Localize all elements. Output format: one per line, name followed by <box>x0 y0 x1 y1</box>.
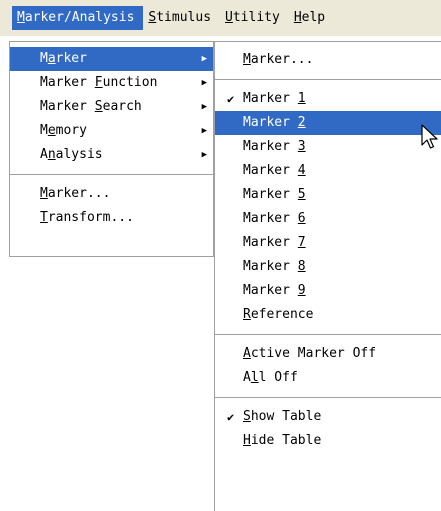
marker-submenu: Marker... ✔ Marker 1 Marker 2 Marker 3 Ma… <box>214 41 441 511</box>
submenu-item-marker-3[interactable]: Marker 3 <box>215 135 441 159</box>
menu-accelerator: n <box>47 147 56 162</box>
menu-item-marker-function[interactable]: Marker Function ▶ <box>10 71 213 95</box>
menu-item-label: Marker <box>243 115 298 130</box>
menu-accelerator: S <box>94 99 103 114</box>
menu-accelerator: 1 <box>297 91 306 106</box>
menu-item-label: Marker <box>243 163 298 178</box>
menu-item-label: Marker <box>40 99 95 114</box>
submenu-item-marker-1[interactable]: ✔ Marker 1 <box>215 87 441 111</box>
menu-accelerator: U <box>225 10 233 25</box>
menu-item-label: A <box>243 370 251 385</box>
menu-item-label: ransform... <box>47 210 134 225</box>
menu-accelerator: H <box>243 433 251 448</box>
menu-accelerator: a <box>47 51 56 66</box>
menu-item-marker-search[interactable]: Marker Search ▶ <box>10 95 213 119</box>
submenu-arrow-icon: ▶ <box>201 54 207 64</box>
menu-accelerator: S <box>243 409 251 424</box>
menu-accelerator: T <box>40 210 48 225</box>
check-icon: ✔ <box>227 410 235 424</box>
menu-item-label: l Off <box>258 370 298 385</box>
menu-item-memory[interactable]: Memory ▶ <box>10 119 213 143</box>
mouse-pointer-icon <box>421 124 438 149</box>
menu-item-label: M <box>40 51 48 66</box>
menu-item-label: eference <box>250 307 314 322</box>
menu-item-label: earch <box>102 99 142 114</box>
submenu-item-reference[interactable]: Reference <box>215 303 441 327</box>
menu-item-label: arker... <box>47 186 111 201</box>
menu-separator <box>10 174 213 175</box>
menu-item-label: M <box>40 123 48 138</box>
menu-accelerator: M <box>17 10 25 25</box>
submenu-arrow-icon: ▶ <box>201 78 207 88</box>
menu-label-post: arker/Analysis <box>24 10 135 25</box>
submenu-item-show-table[interactable]: ✔ Show Table <box>215 405 441 429</box>
menu-accelerator: 9 <box>297 283 306 298</box>
menu-item-label: ctive Marker Off <box>250 346 377 361</box>
menu-accelerator: A <box>243 346 251 361</box>
menu-help[interactable]: Help <box>289 6 334 30</box>
menu-accelerator: M <box>243 52 251 67</box>
menu-accelerator: H <box>293 10 302 25</box>
submenu-item-marker-9[interactable]: Marker 9 <box>215 279 441 303</box>
check-icon: ✔ <box>227 92 235 106</box>
menu-item-label: alysis <box>55 147 103 162</box>
menu-item-label: Marker <box>243 187 298 202</box>
menu-separator <box>215 397 441 398</box>
submenu-item-marker-7[interactable]: Marker 7 <box>215 231 441 255</box>
menu-stimulus[interactable]: Stimulus <box>143 6 220 30</box>
menu-item-label: Marker <box>243 283 298 298</box>
menu-item-label: Marker <box>243 91 298 106</box>
menu-label-post: elp <box>301 10 326 25</box>
menu-separator <box>215 334 441 335</box>
submenu-item-active-marker-off[interactable]: Active Marker Off <box>215 342 441 366</box>
menu-item-label: Marker <box>243 211 298 226</box>
menu-item-label: Marker <box>40 75 95 90</box>
submenu-item-hide-table[interactable]: Hide Table <box>215 429 441 453</box>
menu-item-label: unction <box>102 75 158 90</box>
submenu-arrow-icon: ▶ <box>201 102 207 112</box>
menu-item-label: rker <box>55 51 87 66</box>
menu-item-transform[interactable]: Transform... <box>10 206 213 230</box>
submenu-arrow-icon: ▶ <box>201 126 207 136</box>
menu-separator <box>215 79 441 80</box>
submenu-item-marker-dialog[interactable]: Marker... <box>215 48 441 72</box>
menu-accelerator: 6 <box>297 211 306 226</box>
menu-accelerator: M <box>40 186 48 201</box>
menu-accelerator: 8 <box>297 259 306 274</box>
menu-label-post: tility <box>232 10 280 25</box>
menu-accelerator: 5 <box>297 187 306 202</box>
submenu-item-all-off[interactable]: All Off <box>215 366 441 390</box>
submenu-arrow-icon: ▶ <box>201 150 207 160</box>
submenu-item-marker-4[interactable]: Marker 4 <box>215 159 441 183</box>
menu-accelerator: l <box>250 370 259 385</box>
menu-accelerator: 3 <box>297 139 306 154</box>
menu-item-label: arker... <box>250 52 314 67</box>
menu-marker-analysis[interactable]: Marker/Analysis <box>12 6 144 30</box>
submenu-item-marker-8[interactable]: Marker 8 <box>215 255 441 279</box>
menu-item-label: mory <box>55 123 87 138</box>
menu-bar: Marker/Analysis Stimulus Utility Help <box>0 0 441 36</box>
menu-accelerator: 7 <box>297 235 306 250</box>
menu-accelerator: 2 <box>297 115 306 130</box>
menu-item-label: Marker <box>243 235 298 250</box>
menu-accelerator: 4 <box>297 163 306 178</box>
submenu-item-marker-5[interactable]: Marker 5 <box>215 183 441 207</box>
menu-item-label: ide Table <box>250 433 322 448</box>
menu-item-label: Marker <box>243 259 298 274</box>
menu-accelerator: F <box>94 75 103 90</box>
menu-accelerator: e <box>47 123 56 138</box>
submenu-item-marker-6[interactable]: Marker 6 <box>215 207 441 231</box>
menu-utility[interactable]: Utility <box>220 6 289 30</box>
menu-item-marker-submenu[interactable]: Marker ▶ <box>10 47 213 71</box>
menu-label-post: timulus <box>156 10 212 25</box>
menu-item-analysis[interactable]: Analysis ▶ <box>10 143 213 167</box>
menu-item-label: Marker <box>243 139 298 154</box>
submenu-item-marker-2[interactable]: Marker 2 <box>215 111 441 135</box>
menu-item-label: how Table <box>250 409 322 424</box>
marker-analysis-dropdown: Marker ▶ Marker Function ▶ Marker Search ▶ … <box>9 41 214 257</box>
menu-item-marker-dialog[interactable]: Marker... <box>10 182 213 206</box>
menu-item-label: A <box>40 147 48 162</box>
menu-accelerator: R <box>243 307 251 322</box>
